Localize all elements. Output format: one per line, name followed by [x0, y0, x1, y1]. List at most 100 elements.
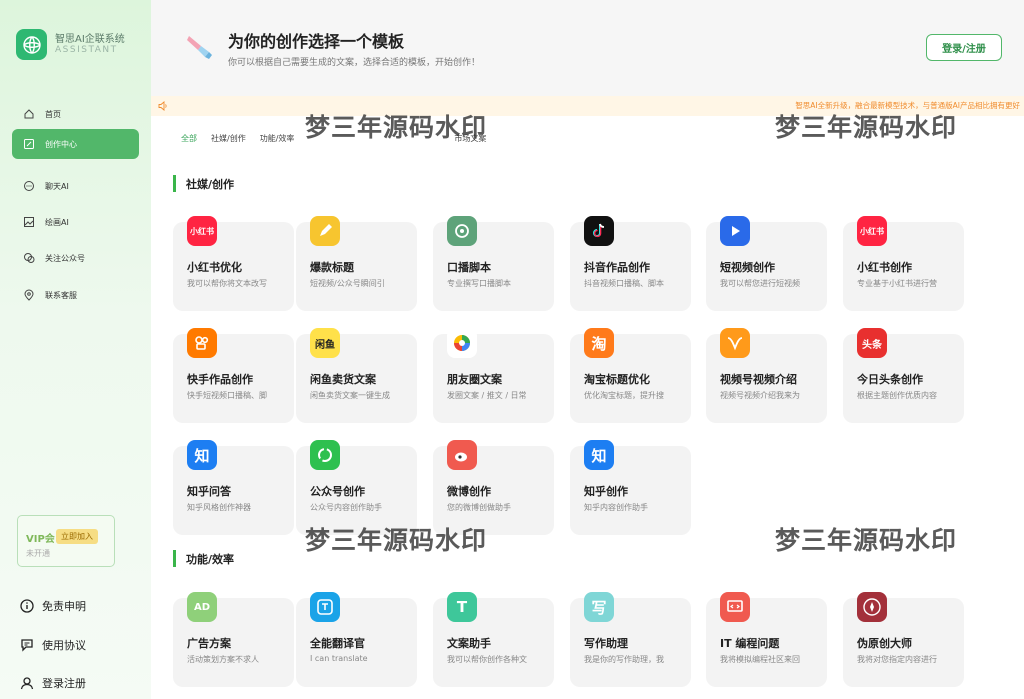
- template-card[interactable]: 快手作品创作 快手短视频口播稿、脚: [173, 328, 294, 423]
- channels-icon: [720, 328, 750, 358]
- tab-efficiency[interactable]: 功能/效率: [260, 133, 295, 144]
- location-icon: [24, 289, 34, 301]
- template-card[interactable]: 口播脚本 专业撰写口播脚本: [433, 216, 554, 311]
- disclaimer-link[interactable]: 免责申明: [20, 598, 86, 614]
- login-register-button[interactable]: 登录/注册: [926, 34, 1002, 61]
- card-description: 视频号视频介绍我来为: [720, 391, 800, 400]
- tab-hidden-2[interactable]: [380, 133, 440, 144]
- card-title: 伪原创大师: [857, 637, 912, 650]
- douyin-icon: [584, 216, 614, 246]
- sidebar-item-creation[interactable]: 创作中心: [12, 129, 139, 159]
- tab-hidden-1[interactable]: [308, 133, 366, 144]
- wechat-official-icon: [310, 440, 340, 470]
- card-description: 知乎风格创作神器: [187, 503, 251, 512]
- card-description: 知乎内容创作助手: [584, 503, 648, 512]
- template-card[interactable]: 抖音作品创作抖音视频口播稿、脚本: [570, 216, 691, 311]
- card-title: IT 编程问题: [720, 637, 780, 650]
- ad-icon: AD: [187, 592, 217, 622]
- xianyu-icon: 闲鱼: [310, 328, 340, 358]
- sidebar-item-label: 创作中心: [45, 139, 77, 149]
- card-icon-glyph: 知: [591, 446, 607, 465]
- card-title: 写作助理: [584, 637, 628, 650]
- translate-icon: [310, 592, 340, 622]
- template-card[interactable]: 朋友圈文案 发圈文案 / 推文 / 日常: [433, 328, 554, 423]
- sidebar-item-follow[interactable]: 关注公众号: [12, 243, 139, 273]
- card-title: 抖音作品创作: [584, 261, 650, 274]
- template-card[interactable]: 小红书 小红书创作 专业基于小红书进行营: [843, 216, 964, 311]
- template-card[interactable]: 淘淘宝标题优化优化淘宝标题，提升搜: [570, 328, 691, 423]
- target-icon: [447, 216, 477, 246]
- info-icon: [20, 599, 34, 613]
- card-description: 根据主题创作优质内容: [857, 391, 937, 400]
- sidebar-item-draw[interactable]: 绘画AI: [12, 207, 139, 237]
- card-title: 快手作品创作: [187, 373, 253, 386]
- xiaohongshu-icon: 小红书: [187, 216, 217, 246]
- sidebar-item-home[interactable]: 首页: [12, 99, 139, 129]
- vip-join-button[interactable]: 立即加入: [56, 529, 98, 544]
- card-description: 优化淘宝标题，提升搜: [584, 391, 664, 400]
- tab-social[interactable]: 社媒/创作: [211, 133, 246, 144]
- card-icon-glyph: 写: [591, 598, 607, 617]
- tab-marketing[interactable]: 市场文案: [454, 133, 486, 144]
- taobao-icon: 淘: [584, 328, 614, 358]
- pen-icon: [310, 216, 340, 246]
- template-card[interactable]: 短视频创作 我可以帮您进行短视频: [706, 216, 827, 311]
- card-description: 专业基于小红书进行营: [857, 279, 937, 288]
- template-card[interactable]: 头条 今日头条创作 根据主题创作优质内容: [843, 328, 964, 423]
- edit-icon: [24, 139, 34, 149]
- card-title: 知乎问答: [187, 485, 231, 498]
- sidebar-item-label: 关注公众号: [45, 253, 85, 263]
- template-card[interactable]: 爆款标题 短视频/公众号瞬间引: [296, 216, 417, 311]
- xiaohongshu-icon: 小红书: [857, 216, 887, 246]
- card-title: 今日头条创作: [857, 373, 923, 386]
- sidebar-item-label: 首页: [45, 109, 61, 119]
- template-card[interactable]: 小红书 小红书优化 我可以帮你将文本改写: [173, 216, 294, 311]
- card-icon-glyph: 淘: [591, 334, 607, 353]
- zhihu-icon: 知: [187, 440, 217, 470]
- card-title: 短视频创作: [720, 261, 775, 274]
- template-card[interactable]: 伪原创大师我将对您指定内容进行: [843, 592, 964, 687]
- card-icon-glyph: 小红书: [860, 226, 884, 236]
- page-header: 为你的创作选择一个模板 你可以根据自己需要生成的文案，选择合适的模板，开始创作！…: [151, 0, 1024, 96]
- template-card[interactable]: 写写作助理 我是你的写作助理，我: [570, 592, 691, 687]
- section-bar: [173, 550, 176, 567]
- card-description: 发圈文案 / 推文 / 日常: [447, 391, 527, 400]
- section-title: 社媒/创作: [186, 177, 235, 191]
- template-card[interactable]: 闲鱼 闲鱼卖货文案 闲鱼卖货文案一键生成: [296, 328, 417, 423]
- template-card[interactable]: 全能翻译官 I can translate: [296, 592, 417, 687]
- section-header: 功能/效率: [173, 550, 234, 567]
- agreement-link[interactable]: 使用协议: [20, 637, 86, 653]
- brand-subtitle: ASSISTANT: [55, 45, 118, 55]
- template-card[interactable]: T 文案助手 我可以帮你创作各种文: [433, 592, 554, 687]
- card-icon-glyph: 小红书: [190, 226, 214, 236]
- card-description: 您的微博创做助手: [447, 503, 511, 512]
- master-icon: [857, 592, 887, 622]
- template-card[interactable]: 视频号视频介绍 视频号视频介绍我来为: [706, 328, 827, 423]
- vip-card[interactable]: VIP会 立即加入 未开通: [17, 515, 115, 567]
- template-card[interactable]: AD 广告方案 活动策划方案不求人: [173, 592, 294, 687]
- sidebar-item-chat[interactable]: 聊天AI: [12, 171, 139, 201]
- card-title: 淘宝标题优化: [584, 373, 650, 386]
- sidebar-item-label: 绘画AI: [45, 217, 69, 227]
- template-card[interactable]: 公众号创作 公众号内容创作助手: [296, 440, 417, 535]
- code-icon: [720, 592, 750, 622]
- template-card[interactable]: IT 编程问题 我将模拟编程社区来回: [706, 592, 827, 687]
- write-icon: 写: [584, 592, 614, 622]
- tab-all[interactable]: 全部: [181, 133, 197, 144]
- card-title: 公众号创作: [310, 485, 365, 498]
- card-description: 抖音视频口播稿、脚本: [584, 279, 664, 288]
- agreement-icon: [21, 639, 33, 652]
- template-card[interactable]: 知知乎问答知乎风格创作神器: [173, 440, 294, 535]
- vip-status: 未开通: [26, 549, 50, 558]
- template-card[interactable]: 知知乎创作 知乎内容创作助手: [570, 440, 691, 535]
- sidebar-item-support[interactable]: 联系客服: [12, 280, 139, 310]
- card-description: 专业撰写口播脚本: [447, 279, 511, 288]
- login-link[interactable]: 登录注册: [20, 675, 86, 691]
- card-title: 小红书优化: [187, 261, 242, 274]
- logo-icon: [16, 29, 47, 60]
- category-tabs: 全部 社媒/创作 功能/效率 市场文案: [181, 133, 500, 144]
- wechat-icon: [24, 253, 35, 263]
- card-description: 我将对您指定内容进行: [857, 655, 937, 664]
- template-card[interactable]: 微博创作 您的微博创做助手: [433, 440, 554, 535]
- notice-bar: 智思AI全新升级，融合最新模型技术，与普通版AI产品相比拥有更好: [151, 96, 1024, 116]
